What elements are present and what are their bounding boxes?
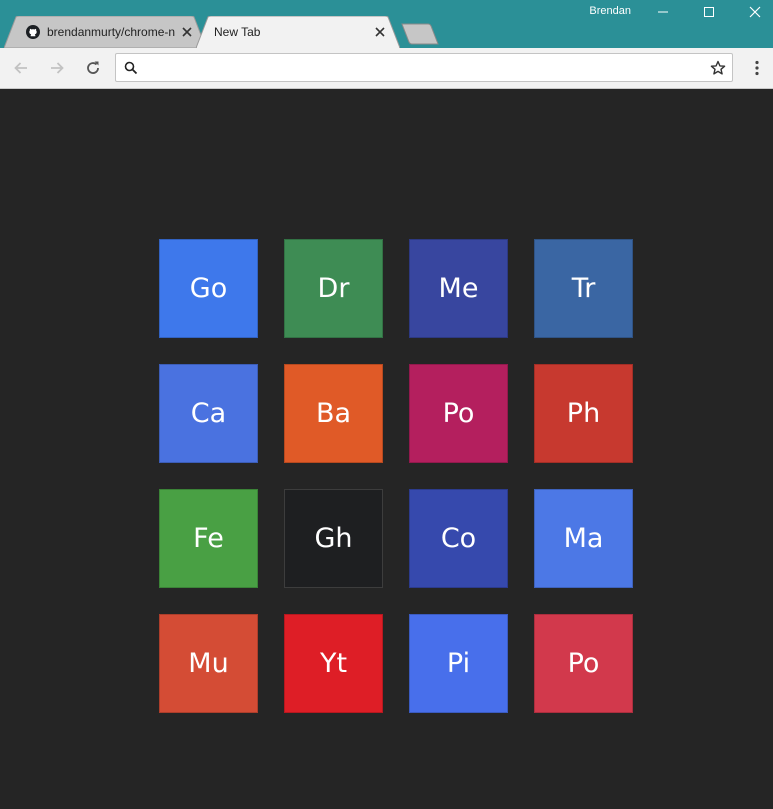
speed-dial-grid: Go Dr Me Tr Ca Ba Po Ph Fe Gh Co Ma Mu Yt Pi Po bbox=[159, 239, 634, 714]
site-tile[interactable]: Ba bbox=[284, 364, 383, 463]
tab-close-button[interactable] bbox=[373, 25, 387, 39]
tab-close-button[interactable] bbox=[180, 25, 194, 39]
browser-toolbar bbox=[0, 48, 773, 89]
minimize-icon bbox=[658, 11, 668, 13]
maximize-button[interactable] bbox=[686, 0, 732, 24]
forward-button[interactable] bbox=[47, 58, 67, 78]
site-tile[interactable]: Fe bbox=[159, 489, 258, 588]
address-input[interactable] bbox=[146, 58, 696, 78]
site-tile[interactable]: Me bbox=[409, 239, 508, 338]
site-tile[interactable]: Ca bbox=[159, 364, 258, 463]
site-tile[interactable]: Ph bbox=[534, 364, 633, 463]
close-icon bbox=[749, 6, 761, 18]
reload-icon bbox=[87, 61, 99, 74]
profile-name[interactable]: Brendan bbox=[589, 5, 631, 17]
minimize-button[interactable] bbox=[640, 0, 686, 24]
back-arrow-icon bbox=[14, 62, 27, 74]
site-tile[interactable]: Yt bbox=[284, 614, 383, 713]
search-icon bbox=[124, 61, 138, 75]
close-icon bbox=[182, 27, 192, 37]
address-bar[interactable] bbox=[115, 53, 733, 82]
new-tab-button[interactable] bbox=[400, 23, 440, 45]
star-icon[interactable] bbox=[710, 60, 726, 76]
back-button[interactable] bbox=[11, 58, 31, 78]
tab-new-tab[interactable]: New Tab bbox=[196, 16, 400, 48]
site-tile[interactable]: Po bbox=[409, 364, 508, 463]
tab-title: New Tab bbox=[214, 25, 261, 39]
kebab-menu-icon bbox=[755, 60, 759, 76]
site-tile[interactable]: Gh bbox=[284, 489, 383, 588]
close-icon bbox=[375, 27, 385, 37]
github-icon bbox=[26, 25, 40, 39]
tab-title: brendanmurty/chrome-n bbox=[47, 25, 175, 39]
site-tile[interactable]: Dr bbox=[284, 239, 383, 338]
close-window-button[interactable] bbox=[732, 0, 773, 24]
reload-button[interactable] bbox=[83, 58, 103, 78]
site-tile[interactable]: Go bbox=[159, 239, 258, 338]
site-tile[interactable]: Tr bbox=[534, 239, 633, 338]
tab-github[interactable]: brendanmurty/chrome-n bbox=[4, 16, 206, 48]
maximize-icon bbox=[704, 7, 714, 17]
site-tile[interactable]: Ma bbox=[534, 489, 633, 588]
site-tile[interactable]: Mu bbox=[159, 614, 258, 713]
site-tile[interactable]: Pi bbox=[409, 614, 508, 713]
site-tile[interactable]: Po bbox=[534, 614, 633, 713]
title-bar: Brendan brendanmurty/chrome-n New Tab bbox=[0, 0, 773, 48]
site-tile[interactable]: Co bbox=[409, 489, 508, 588]
chrome-menu-button[interactable] bbox=[749, 58, 765, 78]
forward-arrow-icon bbox=[51, 62, 64, 74]
